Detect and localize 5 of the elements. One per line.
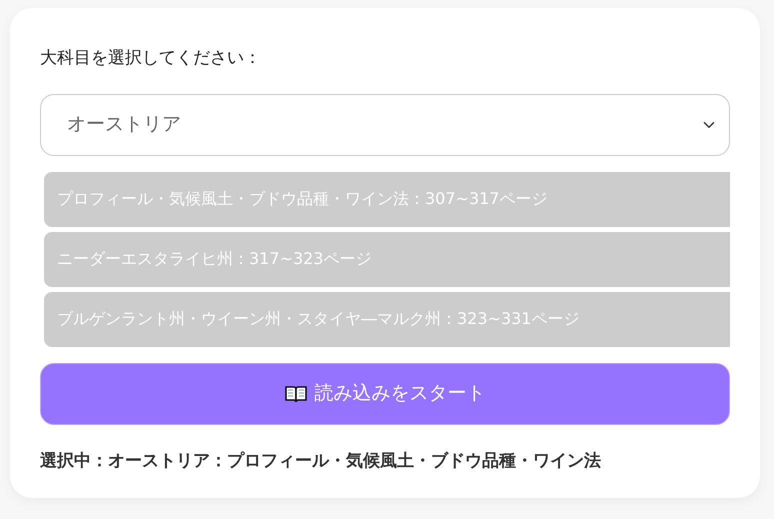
start-button[interactable]: 読み込みをスタート xyxy=(40,362,730,424)
subject-dropdown[interactable]: オーストリア xyxy=(40,94,730,156)
book-icon xyxy=(284,384,306,402)
selection-status: 選択中：オーストリア：プロフィール・気候風土・ブドウ品種・ワイン法 xyxy=(40,450,602,472)
prompt-label: 大科目を選択してください： xyxy=(40,47,262,70)
